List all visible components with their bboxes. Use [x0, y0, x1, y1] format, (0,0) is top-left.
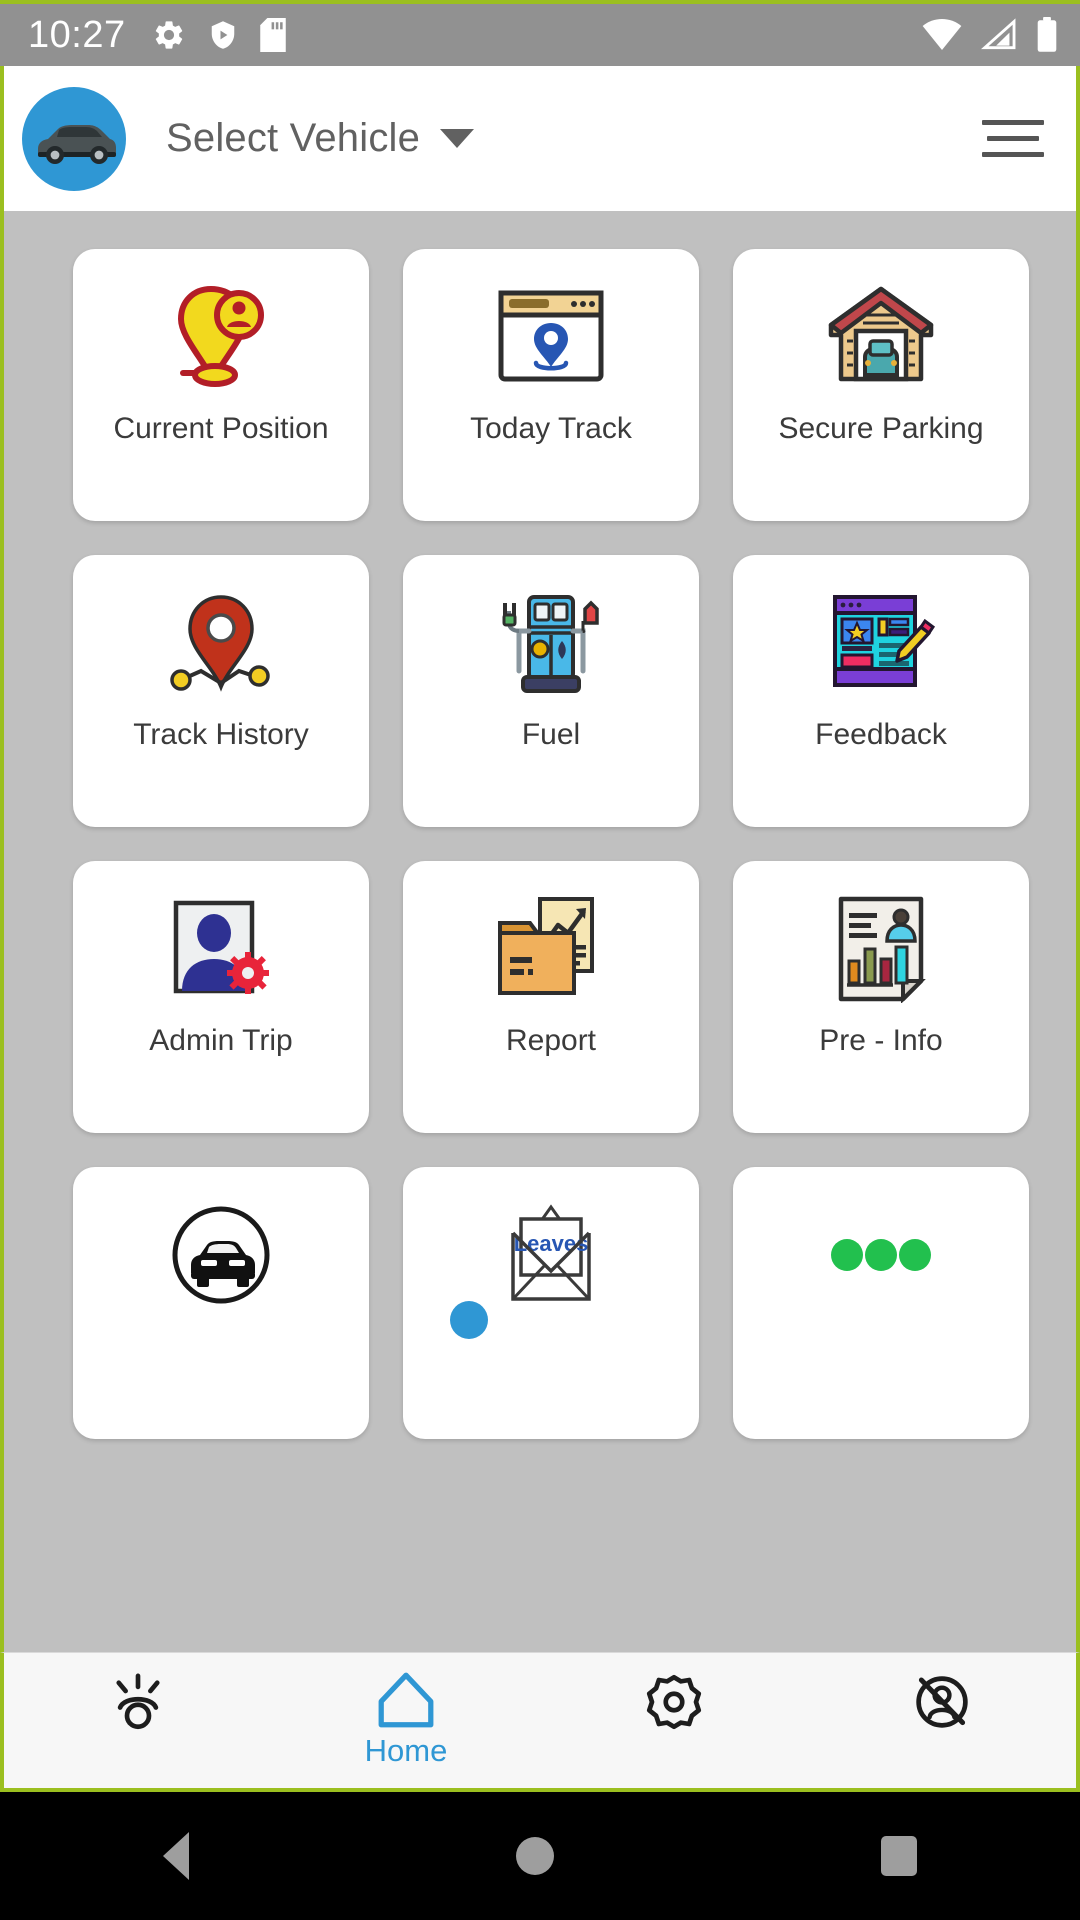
- fuel-pump-icon: [502, 595, 599, 693]
- tile-icon-wrap: [169, 1195, 273, 1315]
- folder-chart-icon: [498, 897, 594, 995]
- nav-item-brightness[interactable]: [4, 1669, 272, 1788]
- tile-label: Fuel: [521, 718, 581, 751]
- nav-label: Home: [364, 1733, 448, 1768]
- tile-label: Secure Parking: [778, 412, 984, 445]
- status-bar-clock: 10:27: [28, 14, 126, 56]
- garage-car-icon: [828, 286, 934, 382]
- tile-label: Report: [505, 1024, 597, 1057]
- page-dot-3[interactable]: [592, 1301, 630, 1339]
- browser-window-pin-icon: [498, 290, 604, 382]
- play-protect-shield-icon: [211, 21, 234, 49]
- car-in-circle-icon: [172, 1206, 270, 1304]
- android-navigation-bar: [0, 1792, 1080, 1920]
- brightness-lamp-icon: [116, 1673, 160, 1730]
- battery-icon: [1037, 17, 1057, 52]
- home-icon: [378, 1672, 434, 1728]
- tile-icon-wrap: [825, 1195, 937, 1315]
- android-recents-button[interactable]: [880, 1836, 917, 1876]
- cellular-signal-icon: [981, 18, 1016, 50]
- tile-label: Track History: [133, 718, 309, 751]
- leaves-envelope-icon: Leaves: [511, 1204, 591, 1301]
- tile-icon-wrap: Leaves: [495, 1195, 607, 1315]
- tile-admin-trip[interactable]: Admin Trip: [73, 861, 369, 1133]
- chevron-down-icon: [440, 129, 475, 148]
- vehicle-avatar-icon: [38, 124, 116, 164]
- tile-icon-wrap: [495, 277, 607, 397]
- tile-track-history[interactable]: Track History: [73, 555, 369, 827]
- hamburger-menu-icon[interactable]: [982, 120, 1044, 157]
- tile-feedback[interactable]: Feedback: [733, 555, 1029, 827]
- wifi-icon: [922, 18, 962, 50]
- tile-label: Pre - Info: [819, 1024, 943, 1057]
- vehicle-selector[interactable]: Select Vehicle: [166, 116, 475, 161]
- phone-screen: 10:27 Select Vehicle Current Position To…: [0, 0, 1080, 1920]
- tile-label: Today Track: [470, 412, 632, 445]
- user-gear-icon: [173, 900, 269, 994]
- tile-icon-wrap: [496, 889, 606, 1009]
- app-bar: Select Vehicle: [0, 66, 1080, 211]
- three-green-dots-icon: [831, 1239, 931, 1271]
- tile-label: Admin Trip: [149, 1024, 293, 1057]
- android-back-button[interactable]: [163, 1832, 190, 1880]
- nav-item-settings[interactable]: [540, 1669, 808, 1788]
- tile-report[interactable]: Report: [403, 861, 699, 1133]
- vehicle-avatar[interactable]: [22, 86, 126, 191]
- tile-icon-wrap: [165, 583, 277, 703]
- gear-icon: [646, 1674, 702, 1730]
- gear-icon: [155, 21, 182, 49]
- tile-icon-wrap: [168, 889, 274, 1009]
- status-bar: 10:27: [0, 4, 1080, 66]
- page-dot-1[interactable]: [450, 1301, 488, 1339]
- location-pin-person-icon: [178, 286, 264, 387]
- hamburger-line: [982, 152, 1044, 157]
- android-home-button[interactable]: [515, 1837, 554, 1875]
- status-bar-system-icons: [922, 17, 1058, 53]
- tile-current-position[interactable]: Current Position: [73, 249, 369, 521]
- page-dot-2[interactable]: [521, 1301, 559, 1339]
- status-bar-notification-icons: [152, 18, 286, 52]
- tile-fuel[interactable]: Fuel: [403, 555, 699, 827]
- nav-item-home[interactable]: Home: [272, 1669, 540, 1788]
- tile-secure-parking[interactable]: Secure Parking: [733, 249, 1029, 521]
- sd-card-icon: [259, 18, 286, 52]
- tile-icon-wrap: [833, 889, 929, 1009]
- tile-today-track[interactable]: Today Track: [403, 249, 699, 521]
- bottom-navigation: Home: [0, 1652, 1080, 1792]
- user-logout-icon: [916, 1676, 968, 1728]
- feature-grid: Current Position Today Track Secure Park…: [4, 211, 1076, 1439]
- tile-icon-wrap: [495, 583, 607, 703]
- page-indicator: [4, 1301, 1076, 1339]
- tile-icon-wrap: [825, 583, 937, 703]
- review-form-pencil-icon: [833, 595, 936, 687]
- hamburger-line: [987, 136, 1039, 141]
- nav-item-logout[interactable]: [808, 1669, 1076, 1788]
- dashboard-content: Current Position Today Track Secure Park…: [0, 211, 1080, 1652]
- tile-icon-wrap: [825, 277, 937, 397]
- route-pin-icon: [170, 595, 270, 692]
- document-chart-person-icon: [838, 896, 926, 1003]
- tile-icon-wrap: [167, 277, 275, 397]
- vehicle-selector-label: Select Vehicle: [166, 116, 421, 160]
- tile-label: Current Position: [113, 412, 329, 445]
- tile-label: Feedback: [815, 718, 947, 751]
- tile-pre-info[interactable]: Pre - Info: [733, 861, 1029, 1133]
- gear-badge: [227, 952, 269, 994]
- hamburger-line: [982, 120, 1044, 125]
